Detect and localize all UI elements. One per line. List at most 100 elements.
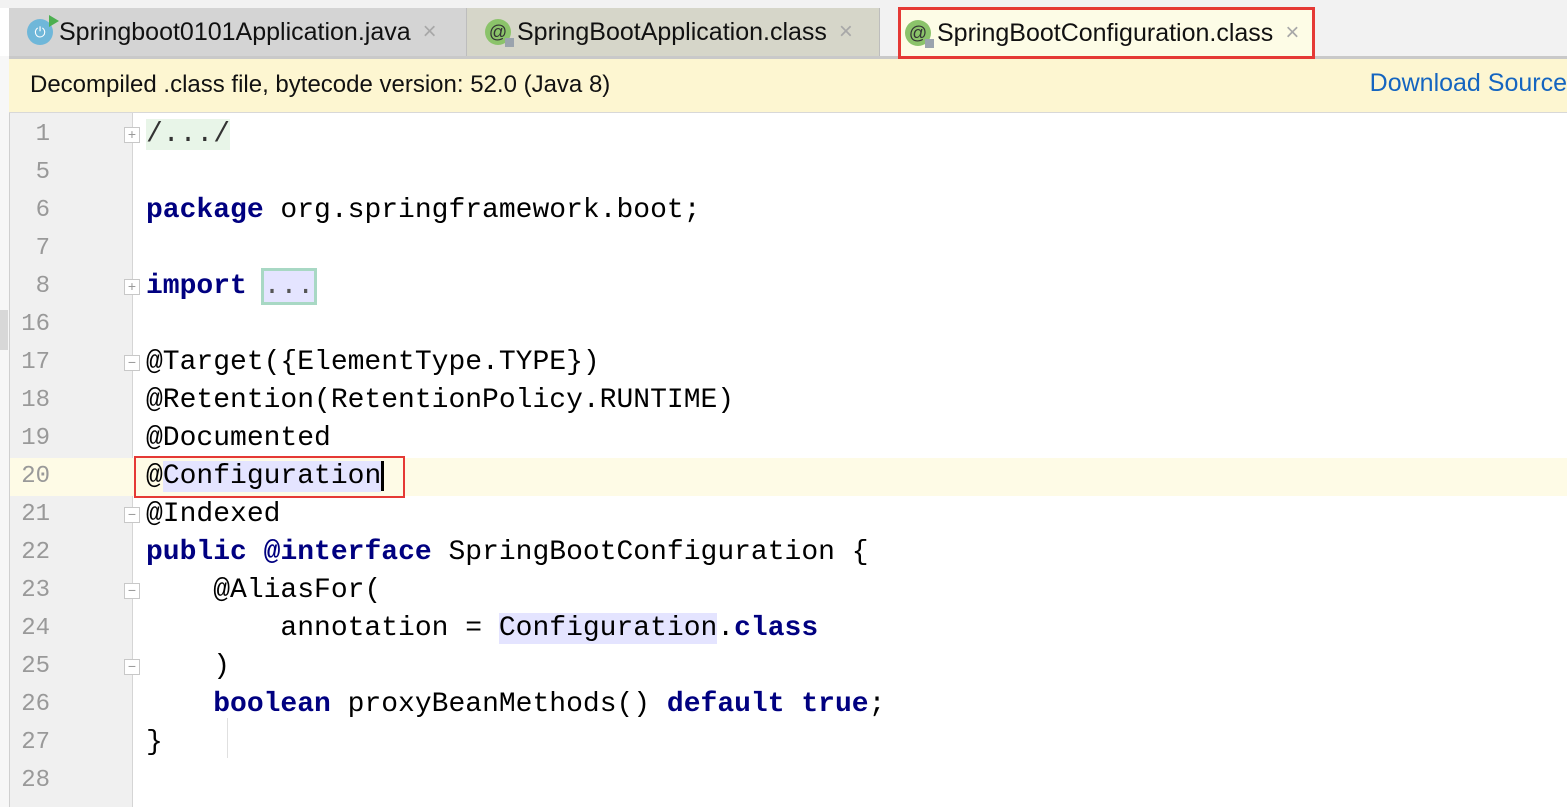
line-number: 20 xyxy=(21,463,50,490)
lock-icon xyxy=(925,39,934,48)
line-number: 16 xyxy=(21,311,50,338)
keyword-token: public xyxy=(146,537,247,568)
tab-label: SpringBootConfiguration.class xyxy=(937,18,1274,47)
code-line[interactable]: 8 + import ... xyxy=(10,268,1567,306)
code-text: } xyxy=(146,726,163,760)
folded-region[interactable]: /.../ xyxy=(146,119,231,150)
annotation-locked-icon: @ xyxy=(905,20,934,48)
close-icon[interactable]: × xyxy=(839,18,853,46)
keyword-token: @interface xyxy=(263,537,432,568)
code-text: package org.springframework.boot; xyxy=(146,194,701,228)
keyword-token: package xyxy=(146,195,264,226)
code-token: ) xyxy=(146,651,231,682)
line-number: 25 xyxy=(21,653,50,680)
line-number: 17 xyxy=(21,349,50,376)
close-icon[interactable]: × xyxy=(1285,19,1299,47)
folded-region[interactable]: ... xyxy=(260,268,318,305)
code-text: @Retention(RetentionPolicy.RUNTIME) xyxy=(146,384,734,418)
tab-springbootapplication-class[interactable]: @ SpringBootApplication.class × xyxy=(467,8,880,56)
code-text: boolean proxyBeanMethods() default true; xyxy=(146,688,885,722)
code-token: @Documented xyxy=(146,423,331,454)
code-line[interactable]: 27} xyxy=(10,724,1567,762)
fold-expand-icon[interactable]: + xyxy=(124,279,140,295)
code-text: annotation = Configuration.class xyxy=(146,612,818,646)
code-line[interactable]: 22 public @interface SpringBootConfigurat… xyxy=(10,534,1567,572)
code-line[interactable]: 16 xyxy=(10,306,1567,344)
code-line[interactable]: 18 @Retention(RetentionPolicy.RUNTIME) xyxy=(10,382,1567,420)
code-token: @Retention(RetentionPolicy.RUNTIME) xyxy=(146,385,735,416)
line-number: 26 xyxy=(21,691,50,718)
keyword-token: default xyxy=(666,689,785,720)
line-number: 24 xyxy=(21,615,50,642)
code-line[interactable]: 5 xyxy=(10,154,1567,192)
code-token: proxyBeanMethods() xyxy=(330,689,667,720)
code-text: import ... xyxy=(146,268,318,305)
fold-expand-icon[interactable]: + xyxy=(124,127,140,143)
keyword-token: class xyxy=(734,613,819,644)
code-line[interactable]: 19 @Documented xyxy=(10,420,1567,458)
code-text: @Documented xyxy=(146,422,331,456)
fold-collapse-icon[interactable]: − xyxy=(124,355,140,371)
close-icon[interactable]: × xyxy=(423,18,437,46)
code-line[interactable]: 7 xyxy=(10,230,1567,268)
code-token: @Indexed xyxy=(146,499,281,530)
highlight-box-configuration xyxy=(134,456,405,498)
scroll-marker xyxy=(0,310,8,350)
code-line[interactable]: 6 package org.springframework.boot; xyxy=(10,192,1567,230)
code-line[interactable]: 28 xyxy=(10,762,1567,800)
code-token: } xyxy=(146,727,163,758)
line-number: 6 xyxy=(35,197,50,224)
indent-guide xyxy=(227,718,228,758)
line-number: 27 xyxy=(21,729,50,756)
decompiled-notice-bar: Decompiled .class file, bytecode version… xyxy=(9,59,1567,113)
line-number: 1 xyxy=(35,121,50,148)
code-text: @Target({ElementType.TYPE}) xyxy=(146,346,600,380)
code-line[interactable]: 1 + /.../ xyxy=(10,116,1567,154)
code-token: SpringBootConfiguration { xyxy=(431,537,869,568)
fold-collapse-icon[interactable]: − xyxy=(124,659,140,675)
tab-label: SpringBootApplication.class xyxy=(517,17,827,46)
fold-collapse-icon[interactable]: − xyxy=(124,583,140,599)
highlighted-identifier: Configuration xyxy=(498,613,718,644)
code-token: annotation = xyxy=(146,613,499,644)
line-number: 7 xyxy=(35,235,50,262)
line-number: 5 xyxy=(35,159,50,186)
code-line[interactable]: 26 boolean proxyBeanMethods() default tr… xyxy=(10,686,1567,724)
line-number: 19 xyxy=(21,425,50,452)
code-text: @Indexed xyxy=(146,498,280,532)
keyword-token: true xyxy=(801,689,869,720)
code-text: @AliasFor( xyxy=(146,574,381,608)
editor-tab-bar: ⏻ Springboot0101Application.java × @ Spr… xyxy=(9,7,1567,59)
code-token: . xyxy=(717,613,735,644)
code-line[interactable]: 24 annotation = Configuration.class xyxy=(10,610,1567,648)
code-token: @AliasFor( xyxy=(146,575,382,606)
tab-label: Springboot0101Application.java xyxy=(59,17,411,46)
left-tool-strip xyxy=(0,56,10,807)
window-top-edge xyxy=(0,0,1567,8)
code-text: ) xyxy=(146,650,230,684)
code-text: /.../ xyxy=(146,118,231,152)
keyword-token: boolean xyxy=(213,689,331,720)
line-number: 23 xyxy=(21,577,50,604)
keyword-token: import xyxy=(146,271,247,302)
line-number: 22 xyxy=(21,539,50,566)
code-text: public @interface SpringBootConfiguratio… xyxy=(146,536,869,570)
tab-springbootconfiguration-class[interactable]: @ SpringBootConfiguration.class × xyxy=(898,7,1315,59)
code-line[interactable]: 25 − ) xyxy=(10,648,1567,686)
fold-collapse-icon[interactable]: − xyxy=(124,507,140,523)
line-number: 28 xyxy=(21,767,50,794)
code-line[interactable]: 23 − @AliasFor( xyxy=(10,572,1567,610)
code-line[interactable]: 17 − @Target({ElementType.TYPE}) xyxy=(10,344,1567,382)
lock-icon xyxy=(505,38,514,47)
download-source-link[interactable]: Download Source xyxy=(1370,69,1567,98)
code-line[interactable]: 21 − @Indexed xyxy=(10,496,1567,534)
line-number: 21 xyxy=(21,501,50,528)
notice-message: Decompiled .class file, bytecode version… xyxy=(30,71,611,98)
line-number: 8 xyxy=(35,273,50,300)
tab-springboot0101application-java[interactable]: ⏻ Springboot0101Application.java × xyxy=(9,8,467,56)
annotation-locked-icon: @ xyxy=(485,19,514,47)
